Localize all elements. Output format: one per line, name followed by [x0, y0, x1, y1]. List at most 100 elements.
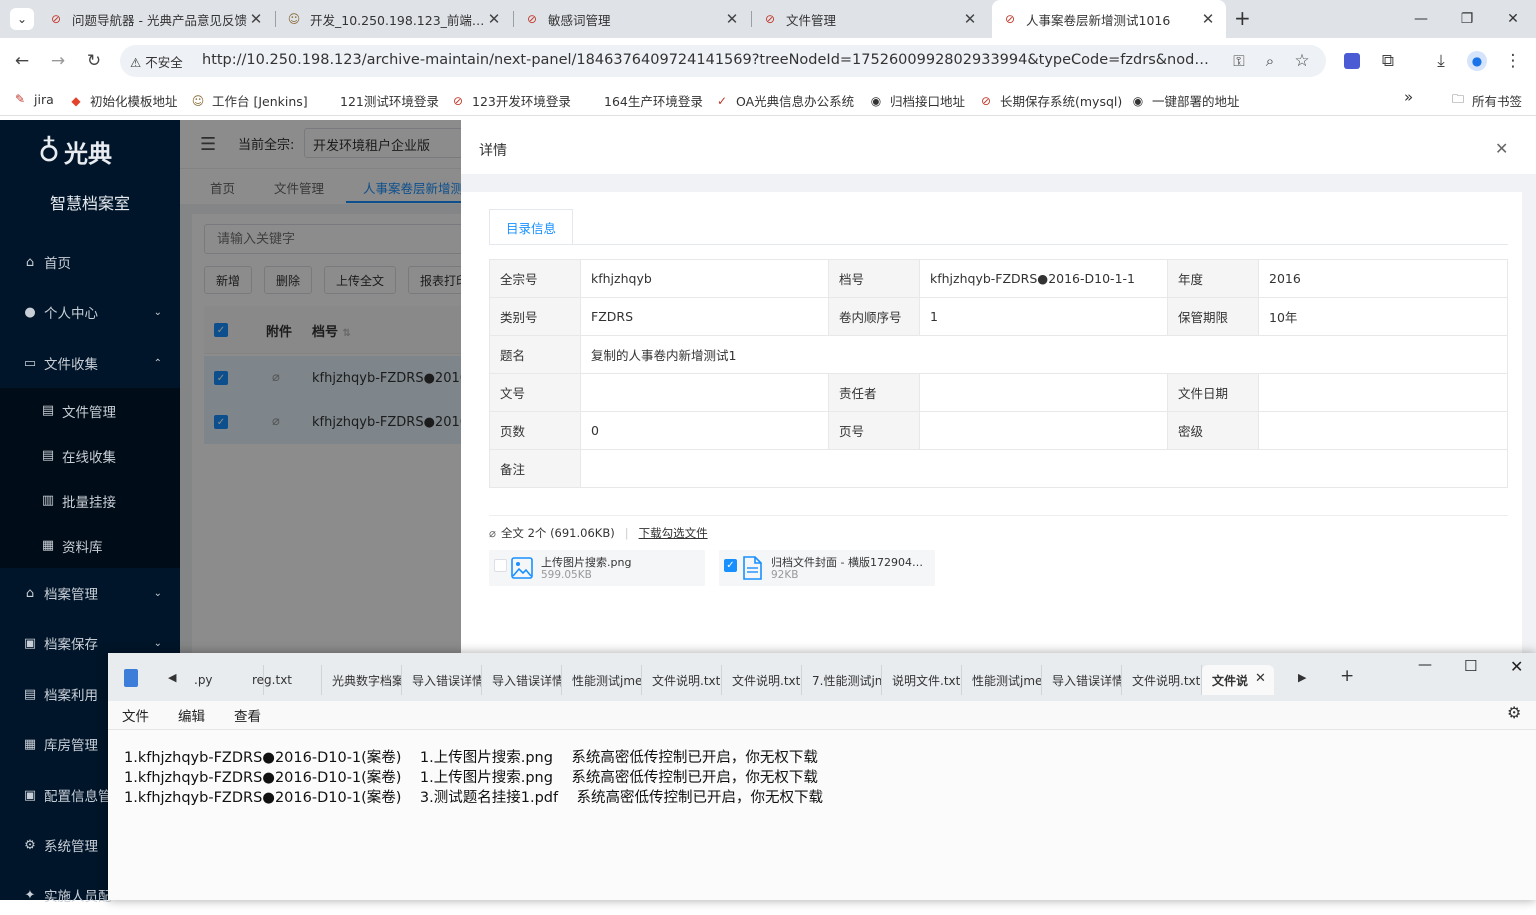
- close-tab-icon[interactable]: ✕: [962, 10, 978, 28]
- notepad-tab[interactable]: 光典数字档案: [322, 665, 402, 695]
- forward-icon[interactable]: →: [43, 46, 73, 76]
- menu-online-collection[interactable]: ▤ 在线收集: [0, 433, 180, 478]
- field-label: 保管期限: [1167, 297, 1259, 336]
- jenkins-icon: ☺: [191, 93, 205, 108]
- notepad-tab[interactable]: 导入错误详情: [402, 665, 482, 695]
- notepad-tab[interactable]: 文件说明.txt: [722, 665, 802, 695]
- menu-edit[interactable]: 编辑: [178, 705, 205, 725]
- close-window-icon[interactable]: ✕: [1510, 657, 1523, 676]
- download-selected-link[interactable]: 下载勾选文件: [639, 525, 708, 541]
- close-window-icon[interactable]: ✕: [1490, 0, 1536, 38]
- site-favicon-icon: ⊘: [452, 93, 464, 108]
- notepad-tab[interactable]: reg.txt: [242, 665, 322, 695]
- bookmark-jira[interactable]: ✎ jira: [12, 91, 54, 107]
- menu-batch-attach[interactable]: ▥ 批量挂接: [0, 478, 180, 523]
- zoom-icon[interactable]: ⌕: [1255, 46, 1285, 76]
- browser-tab[interactable]: ⊘ 文件管理 ✕: [752, 0, 988, 38]
- bookmark-star-icon[interactable]: ☆: [1287, 46, 1317, 76]
- field-value-year: 2016: [1258, 259, 1508, 298]
- attachment-checkbox[interactable]: [494, 559, 507, 572]
- logo-icon: ♁: [38, 134, 60, 169]
- menu-file-management[interactable]: ▤ 文件管理: [0, 388, 180, 433]
- chevron-up-icon: ⌃: [153, 357, 162, 369]
- attachment-checkbox[interactable]: ✓: [724, 559, 737, 572]
- password-key-icon[interactable]: ⚿: [1224, 46, 1254, 76]
- menu-library[interactable]: ▦ 资料库: [0, 523, 180, 568]
- settings-gear-icon[interactable]: ⚙: [1507, 703, 1521, 722]
- bookmark-oa[interactable]: ✓ OA光典信息办公系统: [714, 91, 854, 110]
- browser-tab[interactable]: ⊘ 敏感词管理 ✕: [514, 0, 750, 38]
- browser-tab[interactable]: ☺ 开发_10.250.198.123_前端 #3 ✕: [276, 0, 512, 38]
- browser-menu-icon[interactable]: ⋮: [1498, 46, 1528, 76]
- profile-avatar-icon[interactable]: ●: [1462, 46, 1492, 76]
- bookmark-archive-api[interactable]: ◉ 归档接口地址: [868, 91, 965, 110]
- notepad-editor[interactable]: 1.kfhjzhqyb-FZDRS●2016-D10-1(案卷) 1.上传图片搜…: [108, 729, 1536, 900]
- file-icon: ▤: [41, 448, 55, 463]
- extension-translate-icon[interactable]: [1337, 46, 1367, 76]
- back-icon[interactable]: ←: [7, 46, 37, 76]
- tab-search-button[interactable]: ⌄: [10, 8, 34, 30]
- notepad-tab[interactable]: 说明文件.txt: [882, 665, 962, 695]
- menu-file-collection[interactable]: ▭ 文件收集 ⌃: [0, 343, 180, 383]
- bookmarks-overflow[interactable]: »: [1404, 88, 1413, 106]
- security-indicator[interactable]: ⚠ 不安全: [130, 52, 183, 71]
- bookmark-121-login[interactable]: 121测试环境登录: [340, 91, 439, 110]
- bookmark-template[interactable]: ◆ 初始化模板地址: [68, 91, 177, 110]
- notepad-tab[interactable]: 导入错误详情: [482, 665, 562, 695]
- notepad-tab[interactable]: 7.性能测试jn: [802, 665, 882, 695]
- url-text[interactable]: http://10.250.198.123/archive-maintain/n…: [202, 52, 1214, 68]
- browser-tab-active[interactable]: ⊘ 人事案卷层新增测试1016 ✕: [992, 0, 1226, 38]
- file-icon: ▤: [41, 403, 55, 418]
- field-value-archive-number: kfhjzhqyb-FZDRS●2016-D10-1-1: [919, 259, 1168, 298]
- attachment-card[interactable]: ✓ 归档文件封面 - 横版17290438... 92KB: [719, 550, 935, 586]
- chart-icon: ▥: [41, 493, 55, 508]
- scroll-tabs-left-icon[interactable]: ◀: [168, 671, 176, 684]
- minimize-window-icon[interactable]: —: [1418, 657, 1432, 673]
- bookmarks-bar: ✎ jira ◆ 初始化模板地址 ☺ 工作台 [Jenkins] 121测试环境登录 …: [0, 84, 1536, 116]
- scroll-tabs-right-icon[interactable]: ▶: [1298, 671, 1306, 684]
- close-tab-icon[interactable]: ✕: [1200, 10, 1216, 28]
- drawer-close-icon[interactable]: ✕: [1495, 139, 1508, 158]
- bookmark-164-login[interactable]: 164生产环境登录: [604, 91, 703, 110]
- bookmark-jenkins[interactable]: ☺ 工作台 [Jenkins]: [190, 91, 308, 110]
- menu-home[interactable]: ⌂ 首页: [0, 242, 180, 282]
- text-line: 1.kfhjzhqyb-FZDRS●2016-D10-1(案卷) 1.上传图片搜…: [124, 750, 818, 766]
- menu-personal-center[interactable]: ● 个人中心 ⌄: [0, 292, 180, 332]
- close-tab-icon[interactable]: ✕: [724, 10, 740, 28]
- download-icon[interactable]: ⤓: [1426, 46, 1456, 76]
- notepad-tab[interactable]: 性能测试jme: [962, 665, 1042, 695]
- notepad-tab[interactable]: 文件说明.txt: [1122, 665, 1202, 695]
- brand-logo: ♁ 光典: [38, 134, 112, 169]
- menu-file[interactable]: 文件: [122, 705, 149, 725]
- building-icon: ▦: [23, 736, 37, 752]
- close-tab-icon[interactable]: ✕: [248, 10, 264, 28]
- close-tab-icon[interactable]: ✕: [1255, 671, 1266, 686]
- new-tab-icon[interactable]: +: [1340, 666, 1354, 686]
- close-tab-icon[interactable]: ✕: [486, 10, 502, 28]
- maximize-window-icon[interactable]: ☐: [1464, 657, 1477, 675]
- notepad-tab[interactable]: 文件说明.txt: [642, 665, 722, 695]
- field-value-secret-level: [1258, 411, 1508, 450]
- field-label: 文件日期: [1167, 373, 1259, 412]
- notepad-tab[interactable]: 导入错误详情: [1042, 665, 1122, 695]
- reload-icon[interactable]: ↻: [79, 46, 109, 76]
- field-value-title: 复制的人事卷内新增测试1: [580, 335, 1508, 374]
- bookmark-deploy[interactable]: ◉ 一键部署的地址: [1130, 91, 1240, 110]
- text-line: 1.kfhjzhqyb-FZDRS●2016-D10-1(案卷) 3.测试题名挂…: [124, 790, 824, 806]
- menu-archive-management[interactable]: ⌂ 档案管理 ⌄: [0, 573, 180, 613]
- browser-tab[interactable]: ⊘ 问题导航器 - 光典产品意见反馈 ✕: [38, 0, 274, 38]
- tab-catalog-info[interactable]: 目录信息: [489, 209, 573, 245]
- bookmark-123-login[interactable]: ⊘ 123开发环境登录: [450, 91, 571, 110]
- minimize-window-icon[interactable]: —: [1398, 0, 1444, 38]
- extensions-puzzle-icon[interactable]: ⧉: [1373, 46, 1403, 76]
- all-bookmarks[interactable]: 🗀 所有书签: [1450, 91, 1522, 110]
- attachment-card[interactable]: 上传图片搜索.png 599.05KB: [489, 550, 705, 586]
- gear-icon: ⚙: [24, 837, 36, 853]
- new-tab-button[interactable]: +: [1234, 6, 1251, 30]
- restore-window-icon[interactable]: ❐: [1444, 0, 1490, 38]
- bookmark-long-term[interactable]: ⊘ 长期保存系统(mysql): [978, 91, 1122, 110]
- catalog-info-table: 全宗号 kfhjzhqyb 档号 kfhjzhqyb-FZDRS●2016-D1…: [489, 259, 1508, 488]
- browser-tab-title: 问题导航器 - 光典产品意见反馈: [72, 12, 247, 28]
- notepad-tab[interactable]: 性能测试jme: [562, 665, 642, 695]
- menu-view[interactable]: 查看: [234, 705, 261, 725]
